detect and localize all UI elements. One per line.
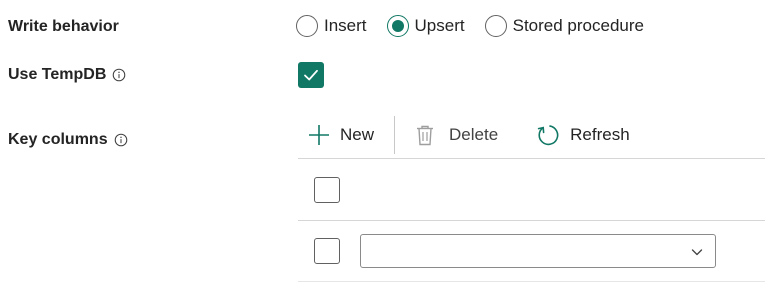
table-row <box>298 158 765 220</box>
use-tempdb-checkbox[interactable] <box>298 62 324 88</box>
radio-upsert[interactable]: Upsert <box>386 15 465 37</box>
checkmark-icon <box>304 69 318 81</box>
key-columns-label-row: Key columns <box>8 131 128 149</box>
use-tempdb-label-row: Use TempDB <box>8 66 126 84</box>
key-columns-label: Key columns <box>8 131 108 148</box>
radio-upsert-label: Upsert <box>414 16 465 35</box>
chevron-down-icon <box>691 249 703 256</box>
refresh-button-label: Refresh <box>570 125 630 144</box>
trash-icon <box>415 124 435 146</box>
radio-insert[interactable]: Insert <box>296 15 367 37</box>
key-columns-toolbar: New Delete Refresh <box>298 116 630 154</box>
use-tempdb-label: Use TempDB <box>8 66 107 83</box>
radio-upsert-circle[interactable] <box>386 15 409 37</box>
refresh-button[interactable]: Refresh <box>536 123 630 147</box>
new-button-label: New <box>340 125 375 144</box>
radio-stored-procedure-circle[interactable] <box>484 15 507 37</box>
write-behavior-radio-group: Insert Upsert Stored procedure <box>296 15 664 37</box>
new-button[interactable]: New <box>308 124 374 146</box>
radio-stored-procedure-label: Stored procedure <box>512 16 644 35</box>
delete-button-label: Delete <box>449 125 499 144</box>
key-columns-table <box>298 158 765 282</box>
plus-icon <box>308 124 330 146</box>
row-checkbox[interactable] <box>314 238 340 264</box>
toolbar-divider <box>394 116 396 154</box>
row-checkbox[interactable] <box>314 176 340 203</box>
radio-insert-label: Insert <box>324 16 367 35</box>
table-row <box>298 220 765 282</box>
key-column-select[interactable] <box>360 234 716 268</box>
info-icon[interactable] <box>114 133 128 147</box>
refresh-icon <box>536 123 560 147</box>
write-behavior-label-row: Write behavior <box>8 18 119 36</box>
delete-button[interactable]: Delete <box>415 124 498 146</box>
info-icon[interactable] <box>112 68 126 82</box>
radio-insert-circle[interactable] <box>296 15 318 37</box>
radio-selected-dot <box>391 20 404 32</box>
write-behavior-label: Write behavior <box>8 18 119 35</box>
radio-stored-procedure[interactable]: Stored procedure <box>484 15 644 37</box>
